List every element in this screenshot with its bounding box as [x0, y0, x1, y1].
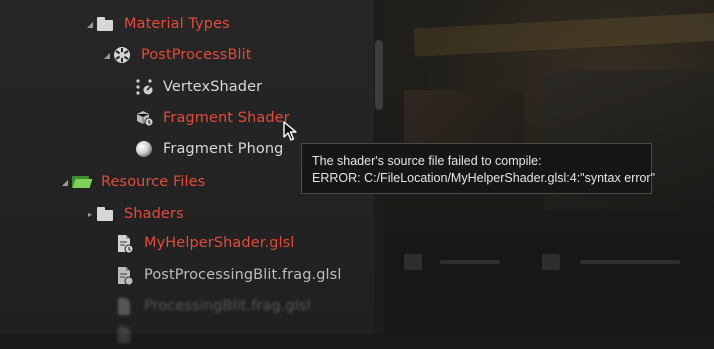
tooltip-message: The shader's source file failed to compi…	[312, 154, 542, 168]
scrollbar-thumb[interactable]	[375, 40, 383, 110]
tree-item-shaders[interactable]: ▸ Shaders	[84, 202, 184, 226]
tree-item-label: PostProcessBlit	[141, 47, 252, 63]
vertex-shader-icon	[135, 78, 155, 96]
bottom-toolbar	[384, 232, 714, 334]
tree-item-postprocessblit[interactable]: ◢ PostProcessBlit	[101, 43, 252, 67]
fragment-shader-icon	[135, 109, 155, 127]
tooltip-error-detail: ERROR: C:/FileLocation/MyHelperShader.gl…	[312, 171, 656, 185]
tree-item-label: Fragment Phong	[163, 141, 284, 157]
open-folder-icon	[71, 173, 93, 191]
mouse-cursor-icon	[283, 121, 301, 147]
glsl-file-icon	[116, 266, 136, 286]
tree-item-fragment-shader[interactable]: Fragment Shader	[135, 106, 290, 130]
glsl-file-icon	[116, 325, 136, 343]
tree-item-label: Fragment Shader	[163, 110, 290, 126]
scene-viewport[interactable]	[384, 0, 714, 230]
toolbar-field	[440, 260, 500, 264]
tree-item-label: VertexShader	[163, 79, 263, 95]
tree-item-label: Shaders	[124, 206, 184, 222]
file-item-myhelpershader[interactable]: MyHelperShader.glsl	[116, 231, 294, 255]
toolbar-checkbox[interactable]	[542, 254, 560, 270]
tree-item-label: Material Types	[124, 16, 230, 32]
expand-caret-icon[interactable]: ◢	[101, 51, 113, 60]
sphere-icon	[135, 140, 155, 158]
shader-group-icon	[113, 46, 133, 64]
viewport-highlight	[413, 11, 714, 57]
glsl-file-icon	[116, 297, 136, 315]
tree-item-material-types[interactable]: ◢ Material Types	[84, 12, 230, 36]
folder-icon	[96, 205, 116, 223]
tree-item-vertexshader[interactable]: VertexShader	[135, 75, 262, 99]
tree-item-resource-files[interactable]: ◢ Resource Files	[59, 170, 205, 194]
glsl-file-icon	[116, 234, 136, 254]
file-item-faded[interactable]	[116, 322, 144, 346]
folder-icon	[96, 15, 116, 33]
expand-caret-icon[interactable]: ◢	[59, 178, 71, 187]
file-item-label: ProcessingBlit.frag.glsl	[144, 298, 311, 314]
toolbar-field	[580, 260, 680, 264]
tree-item-fragment-phong[interactable]: Fragment Phong	[135, 137, 283, 161]
file-item-label: PostProcessingBlit.frag.glsl	[144, 267, 342, 283]
file-item-postprocessingblit[interactable]: PostProcessingBlit.frag.glsl	[116, 263, 341, 287]
tree-item-label: Resource Files	[101, 174, 206, 190]
toolbar-checkbox[interactable]	[404, 254, 422, 270]
shader-error-tooltip: The shader's source file failed to compi…	[301, 143, 656, 194]
file-item-label: MyHelperShader.glsl	[144, 235, 295, 251]
collapse-caret-icon[interactable]: ▸	[84, 210, 96, 219]
expand-caret-icon[interactable]: ◢	[84, 20, 96, 29]
file-item-processingblit[interactable]: ProcessingBlit.frag.glsl	[116, 294, 311, 318]
